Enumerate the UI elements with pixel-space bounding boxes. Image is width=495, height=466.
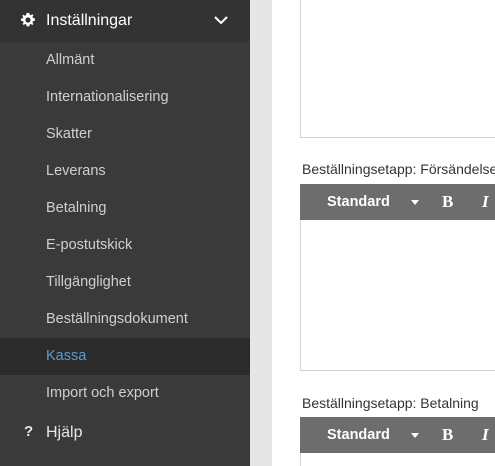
dropdown-caret-icon[interactable] bbox=[411, 433, 419, 438]
settings-menu-header[interactable]: Inställningar bbox=[0, 0, 250, 42]
editor-area-forsandelse[interactable] bbox=[300, 220, 495, 371]
help-label: Hjälp bbox=[46, 424, 83, 441]
sidebar-item-tillganglighet[interactable]: Tillgänglighet bbox=[0, 264, 250, 301]
format-dropdown[interactable]: Standard bbox=[327, 427, 390, 443]
sidebar-item-e-postutskick[interactable]: E-postutskick bbox=[0, 227, 250, 264]
content-gutter bbox=[250, 0, 272, 466]
dropdown-caret-icon[interactable] bbox=[411, 200, 419, 205]
gear-icon bbox=[20, 12, 35, 27]
editor-toolbar-betalning: Standard B I bbox=[300, 417, 495, 453]
format-dropdown[interactable]: Standard bbox=[327, 194, 390, 210]
editor-toolbar-forsandelse: Standard B I bbox=[300, 184, 495, 220]
italic-button[interactable]: I bbox=[482, 192, 489, 212]
settings-menu-label: Inställningar bbox=[46, 12, 133, 29]
field-label-betalning: Beställningsetapp: Betalning bbox=[302, 395, 479, 411]
sidebar-item-betalning[interactable]: Betalning bbox=[0, 190, 250, 227]
sidebar-item-skatter[interactable]: Skatter bbox=[0, 116, 250, 153]
help-icon: ? bbox=[24, 423, 34, 440]
sidebar-item-kassa[interactable]: Kassa bbox=[0, 338, 250, 375]
sidebar-item-leverans[interactable]: Leverans bbox=[0, 153, 250, 190]
chevron-down-icon[interactable] bbox=[214, 15, 228, 25]
field-label-forsandelse: Beställningsetapp: Försändelse bbox=[302, 161, 495, 177]
editor-area-previous[interactable] bbox=[300, 0, 495, 138]
bold-button[interactable]: B bbox=[442, 425, 453, 445]
sidebar-item-help[interactable]: ? Hjälp bbox=[0, 412, 250, 454]
sidebar-item-bestallningsdokument[interactable]: Beställningsdokument bbox=[0, 301, 250, 338]
editor-area-betalning[interactable] bbox=[300, 453, 495, 466]
settings-submenu: Allmänt Internationalisering Skatter Lev… bbox=[0, 42, 250, 412]
sidebar-item-internationalisering[interactable]: Internationalisering bbox=[0, 79, 250, 116]
italic-button[interactable]: I bbox=[482, 425, 489, 445]
sidebar-item-allmant[interactable]: Allmänt bbox=[0, 42, 250, 79]
main-content: Beställningsetapp: Försändelse Standard … bbox=[272, 0, 495, 466]
sidebar-item-import-export[interactable]: Import och export bbox=[0, 375, 250, 412]
sidebar: Inställningar Allmänt Internationaliseri… bbox=[0, 0, 250, 466]
bold-button[interactable]: B bbox=[442, 192, 453, 212]
